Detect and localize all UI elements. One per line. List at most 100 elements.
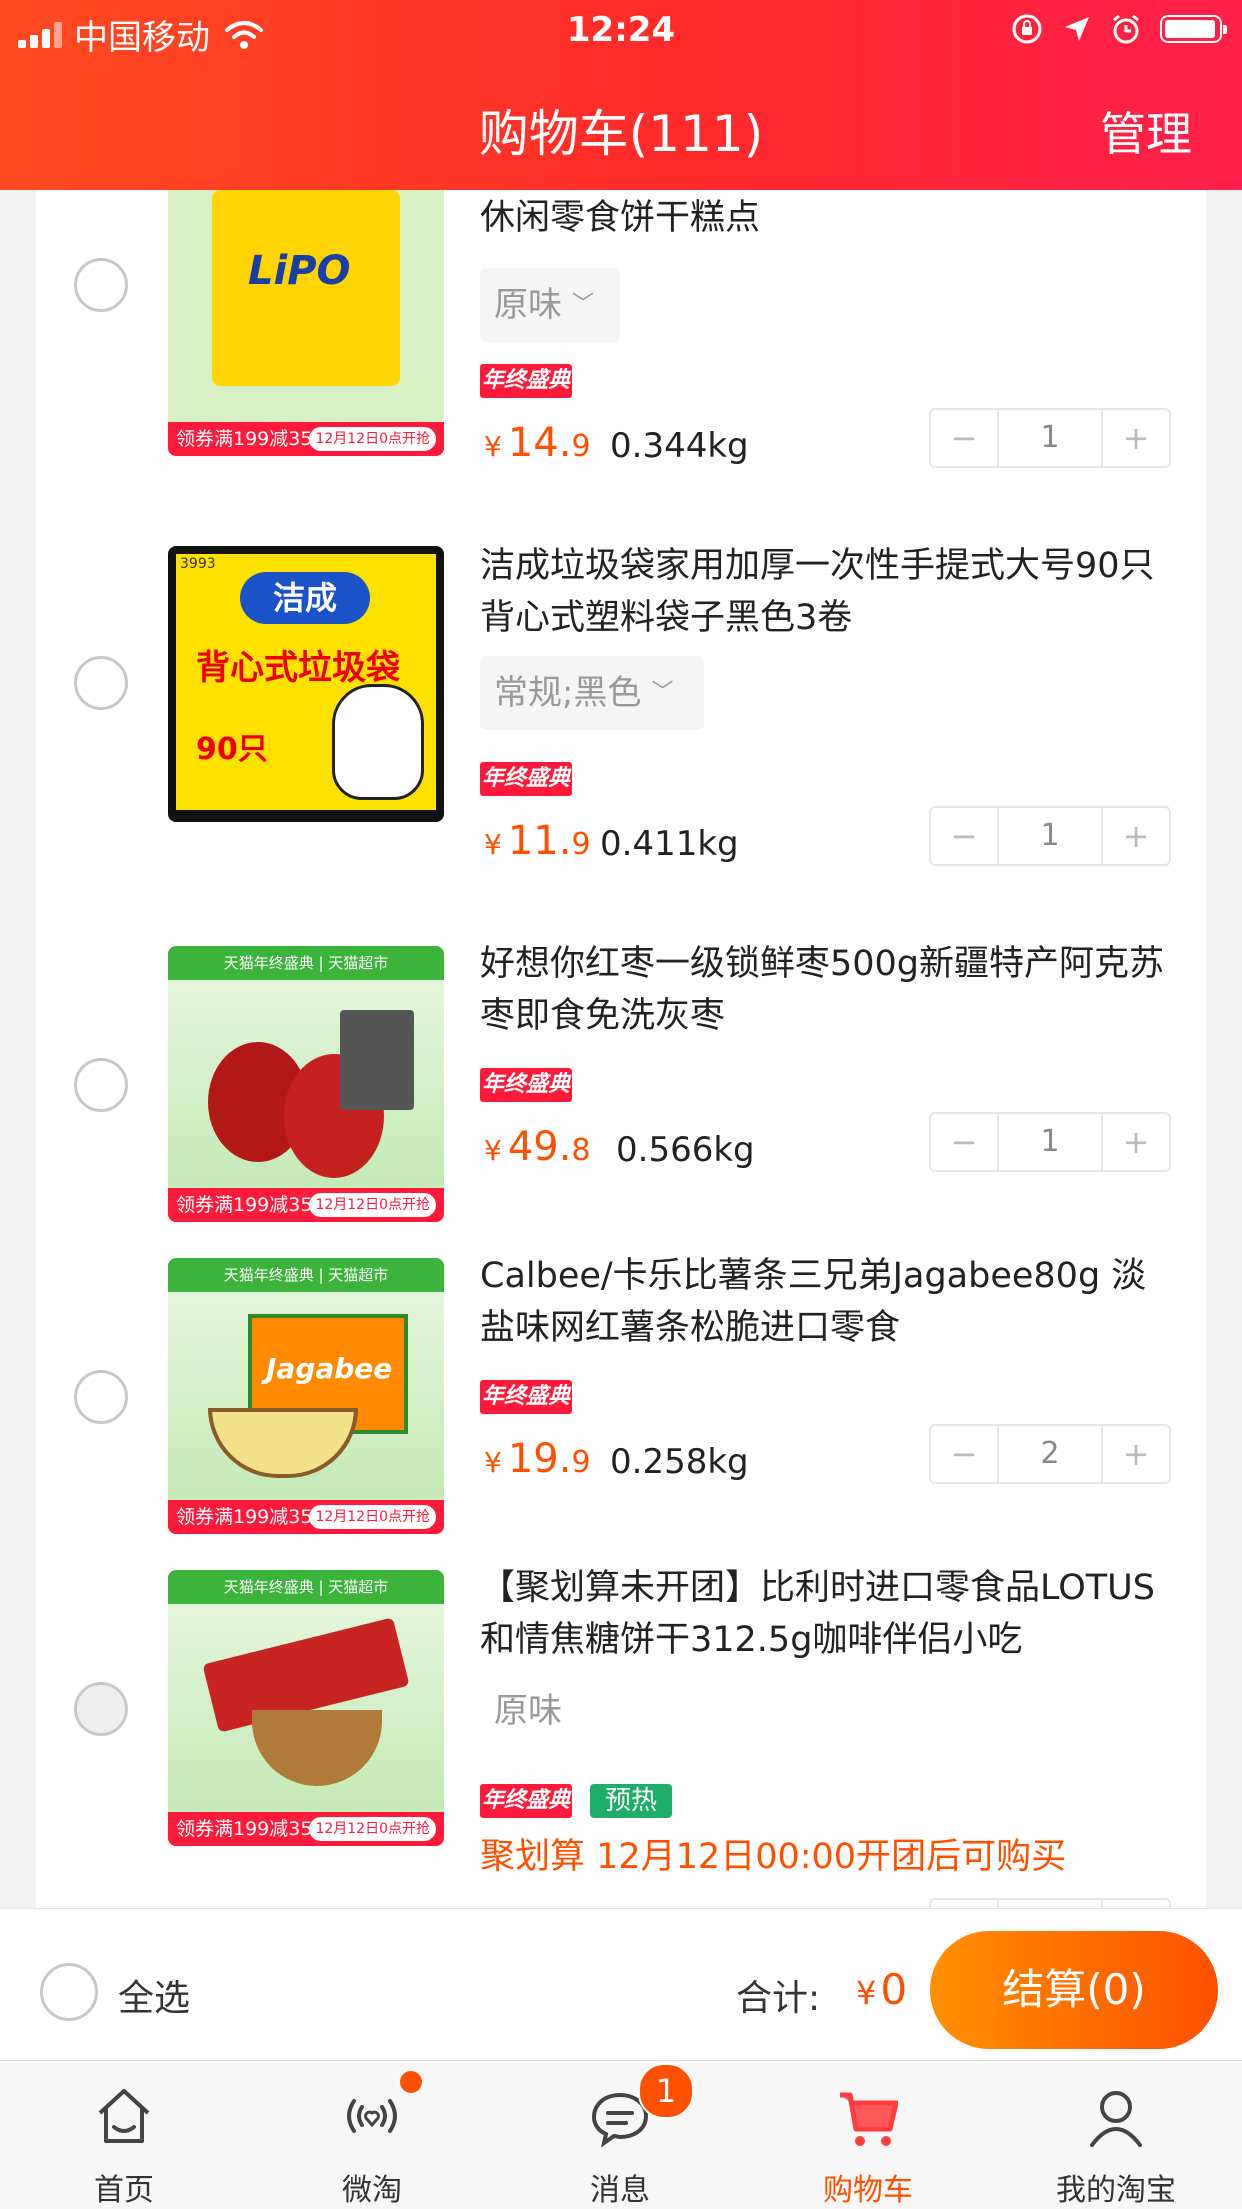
juhuasuan-note: 聚划算 12月12日00:00开团后可购买 (480, 1837, 1067, 1877)
decrease-button[interactable]: − (931, 1426, 997, 1482)
manage-button[interactable]: 管理 (1100, 98, 1192, 164)
tab-label: 购物车 (823, 2173, 913, 2208)
coupon-strip: 领券满199减35 12月12日0点开抢 (168, 1500, 444, 1534)
status-right (1010, 12, 1227, 46)
product-code: 3993 (180, 556, 216, 572)
product-package (340, 1010, 414, 1110)
product-image[interactable]: 天猫年终盛典 | 天猫超市 领券满199减35 12月12日0点开抢 (168, 1570, 444, 1846)
increase-button[interactable] (1103, 1900, 1169, 1908)
quantity-stepper: − 2 + (929, 1424, 1171, 1484)
variant-text: 原味 (494, 1691, 562, 1731)
price: ¥19.9 (484, 1436, 591, 1482)
coupon-text: 领券满199减35 (176, 1818, 313, 1840)
cart-item: 天猫年终盛典 | 天猫超市 领券满199减35 12月12日0点开抢 好想你红枣… (36, 936, 1206, 1226)
price-integer: 11. (507, 818, 572, 864)
checkout-button[interactable]: 结算(0) (930, 1931, 1218, 2049)
variant-selector[interactable]: 常规;黑色 ﹀ (480, 656, 704, 730)
tab-profile[interactable]: 我的淘宝 (992, 2061, 1240, 2209)
item-select-radio (74, 1682, 128, 1736)
promo-badge: 年终盛典 (480, 762, 572, 796)
product-count: 90只 (196, 732, 268, 767)
cart-list[interactable]: LiPO 领券满199减35 12月12日0点开抢 休闲零食饼干糕点 原味 ﹀ … (36, 190, 1206, 1908)
decrease-button[interactable]: − (931, 808, 997, 864)
variant-selector[interactable]: 原味 ﹀ (480, 268, 620, 342)
increase-button[interactable]: + (1103, 410, 1169, 466)
promo-badge: 年终盛典 (480, 1380, 572, 1414)
coupon-text: 领券满199减35 (176, 1506, 313, 1528)
product-image[interactable]: 天猫年终盛典 | 天猫超市 领券满199减35 12月12日0点开抢 (168, 946, 444, 1222)
product-package: LiPO (212, 190, 400, 386)
product-image[interactable]: 3993 洁成 背心式垃圾袋 90只 (168, 546, 444, 822)
cart-icon (840, 2092, 898, 2146)
quantity-value[interactable] (997, 1900, 1103, 1908)
item-select-radio[interactable] (74, 1370, 128, 1424)
page-title: 购物车(111) (478, 105, 764, 163)
tab-label: 微淘 (342, 2173, 402, 2208)
product-name[interactable]: 休闲零食饼干糕点 (480, 192, 1180, 244)
tab-weitao[interactable]: 微淘 (248, 2061, 496, 2209)
increase-button[interactable]: + (1103, 1426, 1169, 1482)
coupon-text: 领券满199减35 (176, 428, 313, 450)
quantity-value[interactable]: 1 (997, 1114, 1103, 1170)
product-name[interactable]: 好想你红枣一级锁鲜枣500g新疆特产阿克苏枣即食免洗灰枣 (480, 938, 1180, 1042)
product-image[interactable]: 天猫年终盛典 | 天猫超市 Jagabee 领券满199减35 12月12日0点… (168, 1258, 444, 1534)
message-count-badge: 1 (638, 2063, 694, 2119)
quantity-stepper: − 1 + (929, 806, 1171, 866)
tab-home[interactable]: 首页 (0, 2061, 248, 2209)
total-amount: ¥0 (856, 1965, 907, 2014)
profile-icon (1090, 2091, 1142, 2147)
tmall-strip: 天猫年终盛典 | 天猫超市 (168, 1570, 444, 1604)
product-name[interactable]: 【聚划算未开团】比利时进口零食品LOTUS和情焦糖饼干312.5g咖啡伴侣小吃 (480, 1562, 1180, 1666)
product-image[interactable]: LiPO 领券满199减35 12月12日0点开抢 (168, 190, 444, 456)
item-select-radio[interactable] (74, 258, 128, 312)
total-label: 合计: (736, 1978, 821, 2019)
price-integer: 49. (507, 1124, 572, 1170)
coupon-date: 12月12日0点开抢 (309, 1193, 436, 1217)
total-value: 0 (880, 1965, 908, 2014)
quantity-value[interactable]: 2 (997, 1426, 1103, 1482)
weitao-icon (347, 2099, 397, 2133)
decrease-button[interactable]: − (931, 1114, 997, 1170)
item-select-radio[interactable] (74, 1058, 128, 1112)
price-decimal: 8 (571, 1133, 591, 1168)
weight: 0.566kg (616, 1130, 755, 1170)
decrease-button[interactable] (931, 1900, 997, 1908)
chevron-down-icon: ﹀ (651, 680, 674, 705)
weight: 0.344kg (610, 426, 749, 466)
coupon-text: 领券满199减35 (176, 1194, 313, 1216)
price: ¥14.9 (484, 420, 591, 466)
bunny-illustration (332, 684, 424, 800)
tab-label: 我的淘宝 (1056, 2173, 1176, 2208)
item-select-radio[interactable] (74, 656, 128, 710)
product-name[interactable]: Calbee/卡乐比薯条三兄弟Jagabee80g 淡盐味网红薯条松脆进口零食 (480, 1250, 1180, 1354)
tab-label: 消息 (590, 2173, 650, 2208)
coupon-strip: 领券满199减35 12月12日0点开抢 (168, 1188, 444, 1222)
coupon-date: 12月12日0点开抢 (309, 1505, 436, 1529)
quantity-value[interactable]: 1 (997, 410, 1103, 466)
variant-label: 原味 (480, 1674, 600, 1748)
cart-item: 天猫年终盛典 | 天猫超市 Jagabee 领券满199减35 12月12日0点… (36, 1248, 1206, 1538)
select-all-radio[interactable] (40, 1963, 98, 2021)
increase-button[interactable]: + (1103, 1114, 1169, 1170)
quantity-stepper: − 1 + (929, 408, 1171, 468)
weight: 0.258kg (610, 1442, 749, 1482)
tab-bar: 首页 微淘 1 消息 购物车 我的淘宝 (0, 2060, 1242, 2209)
price-decimal: 9 (571, 827, 591, 862)
weight: 0.411kg (600, 824, 739, 864)
nav-header: 中国移动 12:24 购物车(111) 管理 (0, 0, 1242, 190)
quantity-value[interactable]: 1 (997, 808, 1103, 864)
alarm-icon (1113, 14, 1139, 44)
chevron-down-icon: ﹀ (572, 292, 595, 317)
checkout-bar: 全选 合计: ¥0 结算(0) (0, 1908, 1242, 2061)
price-decimal: 9 (571, 1445, 591, 1480)
tab-messages[interactable]: 1 消息 (496, 2061, 744, 2209)
select-all-label[interactable]: 全选 (118, 1969, 190, 2021)
total-yen: ¥ (856, 1974, 877, 2012)
tab-cart[interactable]: 购物车 (744, 2061, 992, 2209)
home-icon (98, 2089, 150, 2143)
product-brand: 洁成 (240, 572, 370, 624)
variant-label: 原味 (494, 285, 562, 325)
decrease-button[interactable]: − (931, 410, 997, 466)
product-name[interactable]: 洁成垃圾袋家用加厚一次性手提式大号90只背心式塑料袋子黑色3卷 (480, 540, 1180, 644)
increase-button[interactable]: + (1103, 808, 1169, 864)
